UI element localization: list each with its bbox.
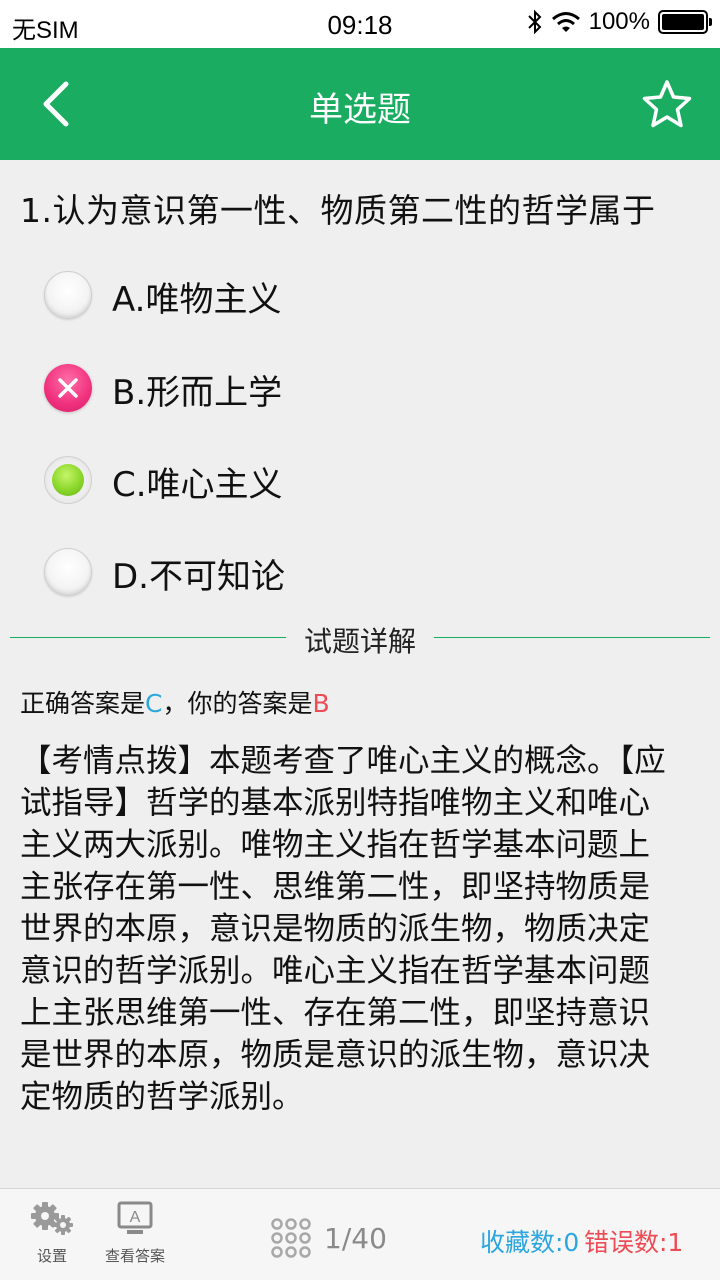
answer-summary: 正确答案是C，你的答案是B [20, 684, 330, 720]
answer-monitor-icon: A [117, 1201, 153, 1234]
radio-wrong-icon[interactable] [44, 364, 92, 412]
favorite-star-icon[interactable] [640, 78, 694, 132]
svg-text:A: A [130, 1209, 141, 1226]
option-a[interactable]: A.唯物主义 [0, 260, 720, 330]
status-indicators: 100% [527, 8, 712, 36]
settings-label: 设置 [36, 1247, 67, 1265]
detail-heading: 试题详解 [303, 625, 416, 658]
option-label: B.形而上学 [112, 373, 283, 413]
user-answer-prefix: ，你的答案是 [162, 689, 313, 718]
radio-correct-icon[interactable] [44, 456, 92, 504]
favorites-count: 收藏数:0 [480, 1228, 580, 1257]
option-b[interactable]: B.形而上学 [0, 353, 720, 423]
option-c[interactable]: C.唯心主义 [0, 445, 720, 515]
view-answer-label: 查看答案 [104, 1247, 165, 1265]
status-bar: 无SIM 09:18 100% [0, 0, 720, 48]
view-answer-button[interactable]: A 查看答案 [100, 1199, 170, 1266]
correct-answer-prefix: 正确答案是 [20, 689, 146, 718]
wifi-icon [551, 12, 580, 32]
page-title: 单选题 [309, 90, 411, 130]
cross-icon [58, 378, 78, 398]
user-answer: B [312, 689, 330, 718]
detail-divider: 试题详解 [10, 616, 710, 660]
option-d[interactable]: D.不可知论 [0, 537, 720, 607]
bottom-toolbar: 设置 A 查看答案 1/40 收藏数:0 错误数:1 [0, 1188, 720, 1280]
errors-count: 错误数:1 [584, 1228, 684, 1257]
question-progress[interactable]: 1/40 [324, 1222, 387, 1255]
option-label: D.不可知论 [112, 557, 285, 597]
question-text: 1.认为意识第一性、物质第二性的哲学属于 [20, 191, 656, 230]
option-label: C.唯心主义 [112, 465, 283, 505]
radio-unselected-icon[interactable] [44, 271, 92, 319]
question-grid-icon[interactable] [270, 1217, 312, 1259]
nav-bar: 单选题 [0, 48, 720, 160]
radio-unselected-icon[interactable] [44, 548, 92, 596]
settings-button[interactable]: 设置 [17, 1199, 87, 1266]
correct-answer: C [145, 689, 163, 718]
bluetooth-icon [527, 9, 542, 35]
gears-icon [31, 1202, 73, 1235]
battery-icon [658, 10, 712, 34]
battery-percent: 100% [588, 8, 650, 35]
explanation-text: 【考情点拨】本题考查了唯心主义的概念。【应试指导】哲学的基本派别特指唯物主义和唯… [20, 743, 666, 1115]
option-label: A.唯物主义 [112, 280, 282, 320]
